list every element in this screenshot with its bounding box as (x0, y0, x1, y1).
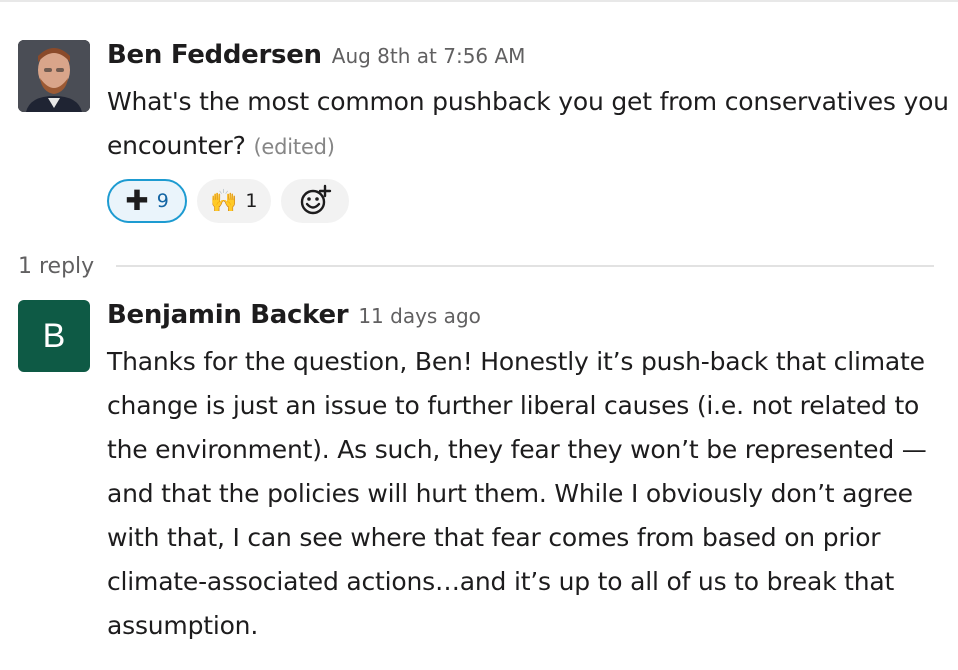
edited-label: (edited) (253, 135, 335, 159)
message-timestamp[interactable]: Aug 8th at 7:56 AM (332, 44, 526, 68)
reaction-count: 1 (245, 190, 258, 212)
author-name[interactable]: Ben Feddersen (107, 40, 322, 70)
add-emoji-icon (300, 184, 331, 215)
top-divider (0, 0, 958, 2)
author-name[interactable]: Benjamin Backer (107, 300, 349, 330)
thread-replies-divider: 1 reply (18, 250, 934, 282)
reaction-heavy-plus[interactable]: ✚ 9 (107, 179, 187, 223)
avatar-photo-image (18, 40, 90, 112)
raised-hands-icon: 🙌 (210, 188, 238, 214)
message-text: What's the most common pushback you get … (107, 87, 949, 160)
divider-line (116, 265, 934, 267)
heavy-plus-icon: ✚ (125, 184, 149, 217)
reaction-count: 9 (156, 190, 169, 212)
reaction-raised-hands[interactable]: 🙌 1 (197, 179, 271, 223)
avatar-initial: B (42, 317, 66, 355)
message-timestamp[interactable]: 11 days ago (358, 304, 481, 328)
avatar[interactable] (18, 40, 90, 112)
reactions-bar: ✚ 9 🙌 1 (107, 179, 952, 225)
add-reaction-button[interactable] (280, 179, 349, 223)
replies-count-label[interactable]: 1 reply (18, 254, 94, 279)
avatar[interactable]: B (18, 300, 90, 372)
message-text: Thanks for the question, Ben! Honestly i… (107, 347, 927, 640)
